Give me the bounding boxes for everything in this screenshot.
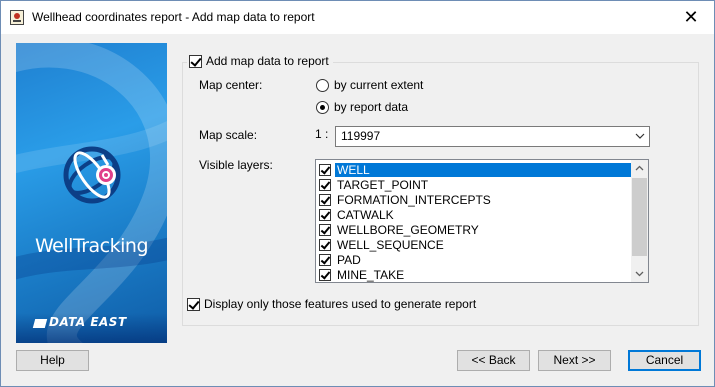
display-only-used-features-label: Display only those features used to gene… (204, 297, 477, 311)
layer-item-pad[interactable]: PAD (319, 252, 632, 267)
layer-name: PAD (337, 252, 361, 267)
help-button[interactable]: Help (16, 350, 89, 371)
map-scale-value: 119997 (341, 129, 381, 143)
layer-item-target-point[interactable]: TARGET_POINT (319, 177, 632, 192)
layers-scrollbar[interactable] (631, 160, 648, 282)
layer-item-mine-take[interactable]: MINE_TAKE (319, 267, 632, 282)
product-name: WellTracking (34, 235, 149, 257)
layer-checkbox[interactable] (319, 163, 331, 176)
scroll-up-icon[interactable] (631, 160, 648, 177)
layer-checkbox[interactable] (319, 238, 331, 251)
radio-current-extent-label: by current extent (334, 78, 424, 92)
next-button[interactable]: Next >> (538, 350, 611, 371)
add-map-data-label: Add map data to report (206, 54, 329, 68)
dialog-window: Wellhead coordinates report - Add map da… (0, 0, 715, 387)
layer-name: CATWALK (337, 207, 394, 222)
display-only-used-features-row[interactable]: Display only those features used to gene… (187, 297, 476, 311)
layer-checkbox[interactable] (319, 208, 331, 221)
product-banner: WellTracking DATA EAST (16, 43, 167, 343)
layer-item-well-sequence[interactable]: WELL_SEQUENCE (319, 237, 632, 252)
add-map-data-checkbox-row[interactable]: Add map data to report (187, 53, 333, 69)
close-button[interactable]: ✕ (668, 1, 714, 34)
radio-current-extent-button[interactable] (316, 78, 329, 92)
radio-report-data[interactable]: by report data (316, 100, 408, 114)
layer-item-well[interactable]: WELL (319, 162, 632, 177)
layer-item-wellbore-geometry[interactable]: WELLBORE_GEOMETRY (319, 222, 632, 237)
map-scale-label: Map scale: (199, 128, 258, 142)
layer-name: WELLBORE_GEOMETRY (337, 222, 479, 237)
add-map-data-checkbox[interactable] (189, 54, 202, 68)
back-button[interactable]: << Back (457, 350, 530, 371)
layer-name: WELL (335, 162, 632, 177)
report-app-icon (10, 10, 24, 25)
layer-name: MINE_TAKE (337, 267, 405, 282)
radio-report-data-button[interactable] (316, 100, 329, 114)
layer-item-catwalk[interactable]: CATWALK (319, 207, 632, 222)
title-bar: Wellhead coordinates report - Add map da… (1, 1, 714, 34)
chevron-down-icon[interactable] (635, 131, 645, 141)
radio-report-data-label: by report data (334, 100, 409, 114)
layer-name: FORMATION_INTERCEPTS (337, 192, 491, 207)
cancel-button[interactable]: Cancel (628, 350, 701, 371)
layer-item-formation-intercepts[interactable]: FORMATION_INTERCEPTS (319, 192, 632, 207)
map-scale-combobox[interactable]: 119997 (335, 126, 650, 147)
scrollbar-thumb[interactable] (632, 178, 647, 256)
scroll-down-icon[interactable] (631, 265, 648, 282)
radio-current-extent[interactable]: by current extent (316, 78, 423, 92)
company-name: DATA EAST (49, 315, 127, 329)
layer-name: TARGET_POINT (337, 177, 429, 192)
layer-checkbox[interactable] (319, 253, 331, 266)
data-east-logo-icon (32, 319, 48, 328)
map-center-label: Map center: (199, 78, 263, 92)
layer-name: WELL_SEQUENCE (337, 237, 444, 252)
display-only-used-features-checkbox[interactable] (187, 297, 200, 311)
layer-checkbox[interactable] (319, 223, 331, 236)
layer-checkbox[interactable] (319, 193, 331, 206)
layer-checkbox[interactable] (319, 178, 331, 191)
map-scale-prefix: 1 : (315, 127, 329, 141)
layer-checkbox[interactable] (319, 268, 331, 281)
welltracking-logo-icon (63, 146, 121, 204)
visible-layers-label: Visible layers: (199, 158, 273, 172)
visible-layers-list[interactable]: WELL TARGET_POINT FORMATION_INTERCEPTS C… (315, 159, 649, 283)
window-title: Wellhead coordinates report - Add map da… (32, 10, 315, 24)
